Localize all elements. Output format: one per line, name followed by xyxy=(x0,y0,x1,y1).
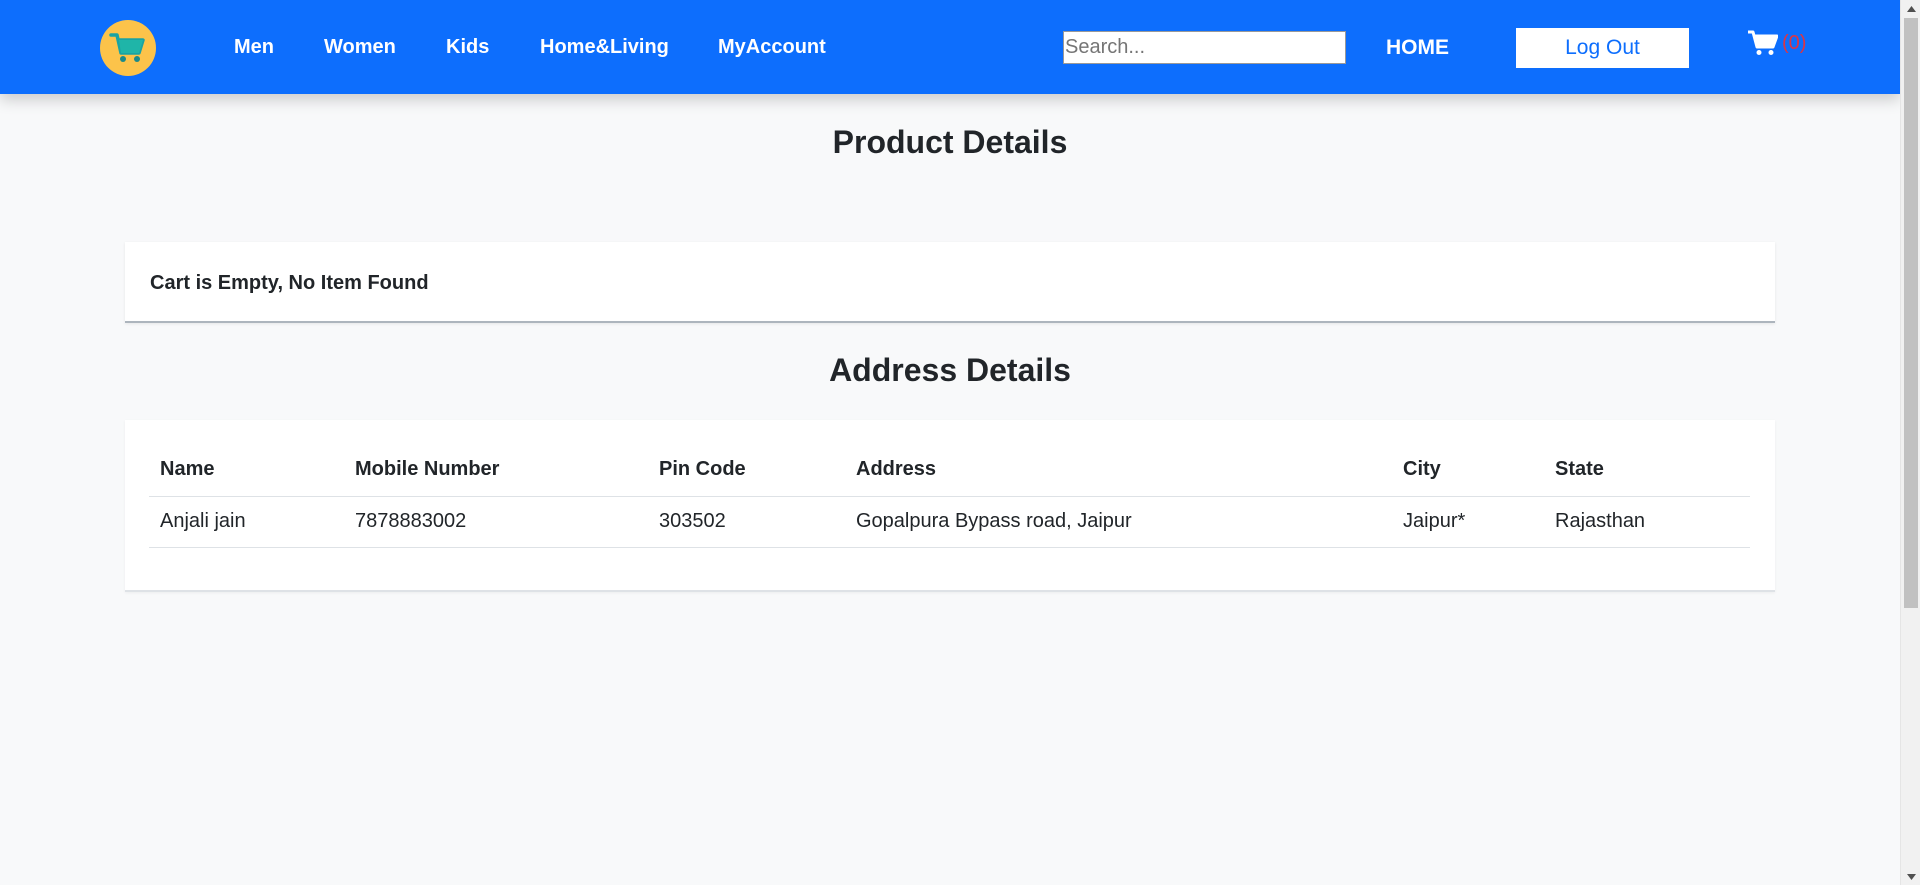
column-header-mobile: Mobile Number xyxy=(344,444,648,497)
cell-mobile: 7878883002 xyxy=(344,496,648,548)
shopping-cart-logo-icon xyxy=(109,33,145,62)
address-card: Name Mobile Number Pin Code Address City… xyxy=(125,420,1775,592)
search-input[interactable] xyxy=(1063,31,1346,64)
cart-empty-message: Cart is Empty, No Item Found xyxy=(150,272,429,294)
column-header-address: Address xyxy=(845,444,1392,497)
nav-link-kids[interactable]: Kids xyxy=(446,36,489,59)
nav-link-women[interactable]: Women xyxy=(324,36,396,59)
cell-name: Anjali jain xyxy=(149,496,344,548)
cell-state: Rajasthan xyxy=(1544,496,1750,548)
home-link[interactable]: HOME xyxy=(1386,36,1449,60)
nav-link-men[interactable]: Men xyxy=(234,36,274,59)
product-details-title: Product Details xyxy=(832,124,1068,160)
nav-link-my-account[interactable]: MyAccount xyxy=(718,36,826,59)
cell-pin-code: 303502 xyxy=(648,496,845,548)
page-scrollbar[interactable] xyxy=(1900,0,1920,885)
table-row: Anjali jain 7878883002 303502 Gopalpura … xyxy=(149,496,1750,548)
address-table-header: Name Mobile Number Pin Code Address City… xyxy=(149,444,1750,497)
cart-empty-card: Cart is Empty, No Item Found xyxy=(125,242,1775,323)
address-table: Name Mobile Number Pin Code Address City… xyxy=(149,444,1750,548)
column-header-city: City xyxy=(1392,444,1544,497)
cell-city: Jaipur* xyxy=(1392,496,1544,548)
navbar: Men Women Kids Home&Living MyAccount HOM… xyxy=(0,0,1900,94)
cell-address: Gopalpura Bypass road, Jaipur xyxy=(845,496,1392,548)
cart-count: (0) xyxy=(1782,31,1807,54)
logout-button-label: Log Out xyxy=(1565,36,1640,59)
cart-icon xyxy=(1748,30,1778,55)
scroll-down-arrow-icon[interactable] xyxy=(1901,868,1920,885)
scrollbar-thumb[interactable] xyxy=(1904,18,1918,608)
column-header-pin-code: Pin Code xyxy=(648,444,845,497)
scroll-up-arrow-icon[interactable] xyxy=(1901,0,1920,17)
column-header-state: State xyxy=(1544,444,1750,497)
nav-link-home-living[interactable]: Home&Living xyxy=(540,36,669,59)
column-header-name: Name xyxy=(149,444,344,497)
brand-logo[interactable] xyxy=(100,20,156,76)
logout-button[interactable]: Log Out xyxy=(1516,28,1689,68)
address-details-title: Address Details xyxy=(829,352,1071,388)
cart-link[interactable]: (0) xyxy=(1748,30,1806,56)
